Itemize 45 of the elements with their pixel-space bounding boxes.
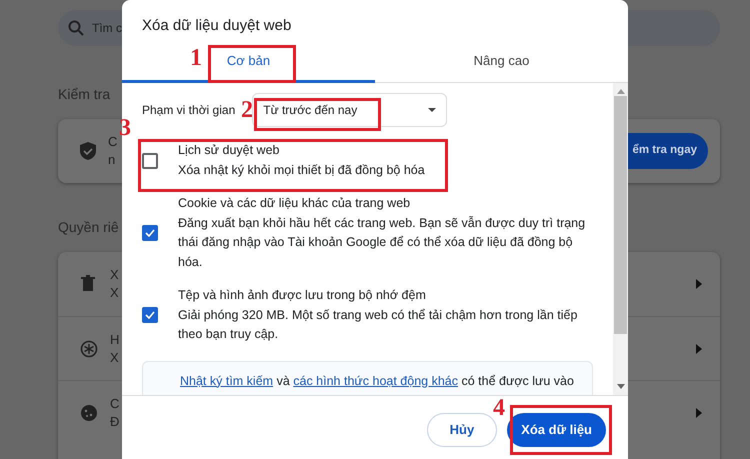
card-text: n	[108, 151, 116, 169]
row-text: Đ	[110, 412, 120, 430]
expand-arrow-icon[interactable]	[696, 408, 702, 418]
step-number: 2	[241, 98, 253, 122]
info-text: Nhật ký tìm kiếm và các hình thức hoạt động khác có thể được lưu vào	[180, 374, 574, 388]
option-title: Cookie và các dữ liệu khác của trang web	[178, 195, 412, 212]
clear-data-button[interactable]: Xóa dữ liệu	[507, 413, 606, 447]
trash-icon	[80, 275, 98, 293]
section-heading: Quyền riê	[58, 218, 119, 237]
search-field[interactable]: Tìm c	[92, 19, 123, 37]
scroll-up-icon	[616, 89, 624, 94]
scroll-down-icon	[616, 384, 624, 389]
row-text: X	[110, 348, 120, 366]
circle-asterisk-icon	[80, 340, 98, 358]
checkbox[interactable]	[142, 225, 158, 241]
shield-icon	[80, 142, 96, 160]
link[interactable]: Nhật ký tìm kiếm	[180, 374, 274, 388]
search-icon	[68, 20, 84, 36]
row-text: X	[110, 284, 119, 302]
cancel-button[interactable]: Hủy	[426, 413, 498, 447]
row-text: X	[110, 266, 119, 284]
checkbox[interactable]	[142, 307, 158, 324]
field-label: Phạm vi thời gian	[142, 102, 236, 119]
check-icon	[145, 311, 155, 320]
section-heading: Kiểm tra	[58, 85, 110, 104]
option-description: Xóa nhật ký khỏi mọi thiết bị đã đồng bộ hóa	[178, 162, 425, 179]
row-text: H	[110, 330, 120, 348]
check-icon	[145, 229, 155, 237]
option-title: Lịch sử duyệt web	[178, 142, 280, 159]
checkbox[interactable]	[142, 152, 158, 168]
option-description: Đăng xuất bạn khỏi hầu hết các trang web. Bạn sẽ vẫn được duy trì trạng thái đăng nhập vào Tài khoản Google để có thể xóa dữ liệu đã đồng bộ hóa.	[178, 214, 586, 270]
dialog-title: Xóa dữ liệu duyệt web	[141, 16, 292, 36]
tab[interactable]: Nâng cao	[375, 42, 628, 83]
time-range-dropdown[interactable]: Từ trước đến nay	[252, 93, 448, 127]
step-number: 1	[190, 46, 202, 70]
caret-icon	[428, 108, 436, 112]
link[interactable]: các hình thức hoạt động khác	[293, 374, 458, 388]
expand-arrow-icon[interactable]	[696, 344, 702, 354]
card-text: C	[108, 133, 118, 151]
row-text: C	[110, 394, 120, 412]
option-description: Giải phóng 320 MB. Một số trang web có thể tải chậm hơn trong lần tiếp theo bạn truy cập.	[178, 306, 578, 343]
cookie-icon	[80, 404, 98, 422]
expand-arrow-icon[interactable]	[696, 279, 702, 289]
option-title: Tệp và hình ảnh được lưu trong bộ nhớ đệm	[178, 287, 427, 304]
scrollbar[interactable]	[613, 83, 628, 395]
